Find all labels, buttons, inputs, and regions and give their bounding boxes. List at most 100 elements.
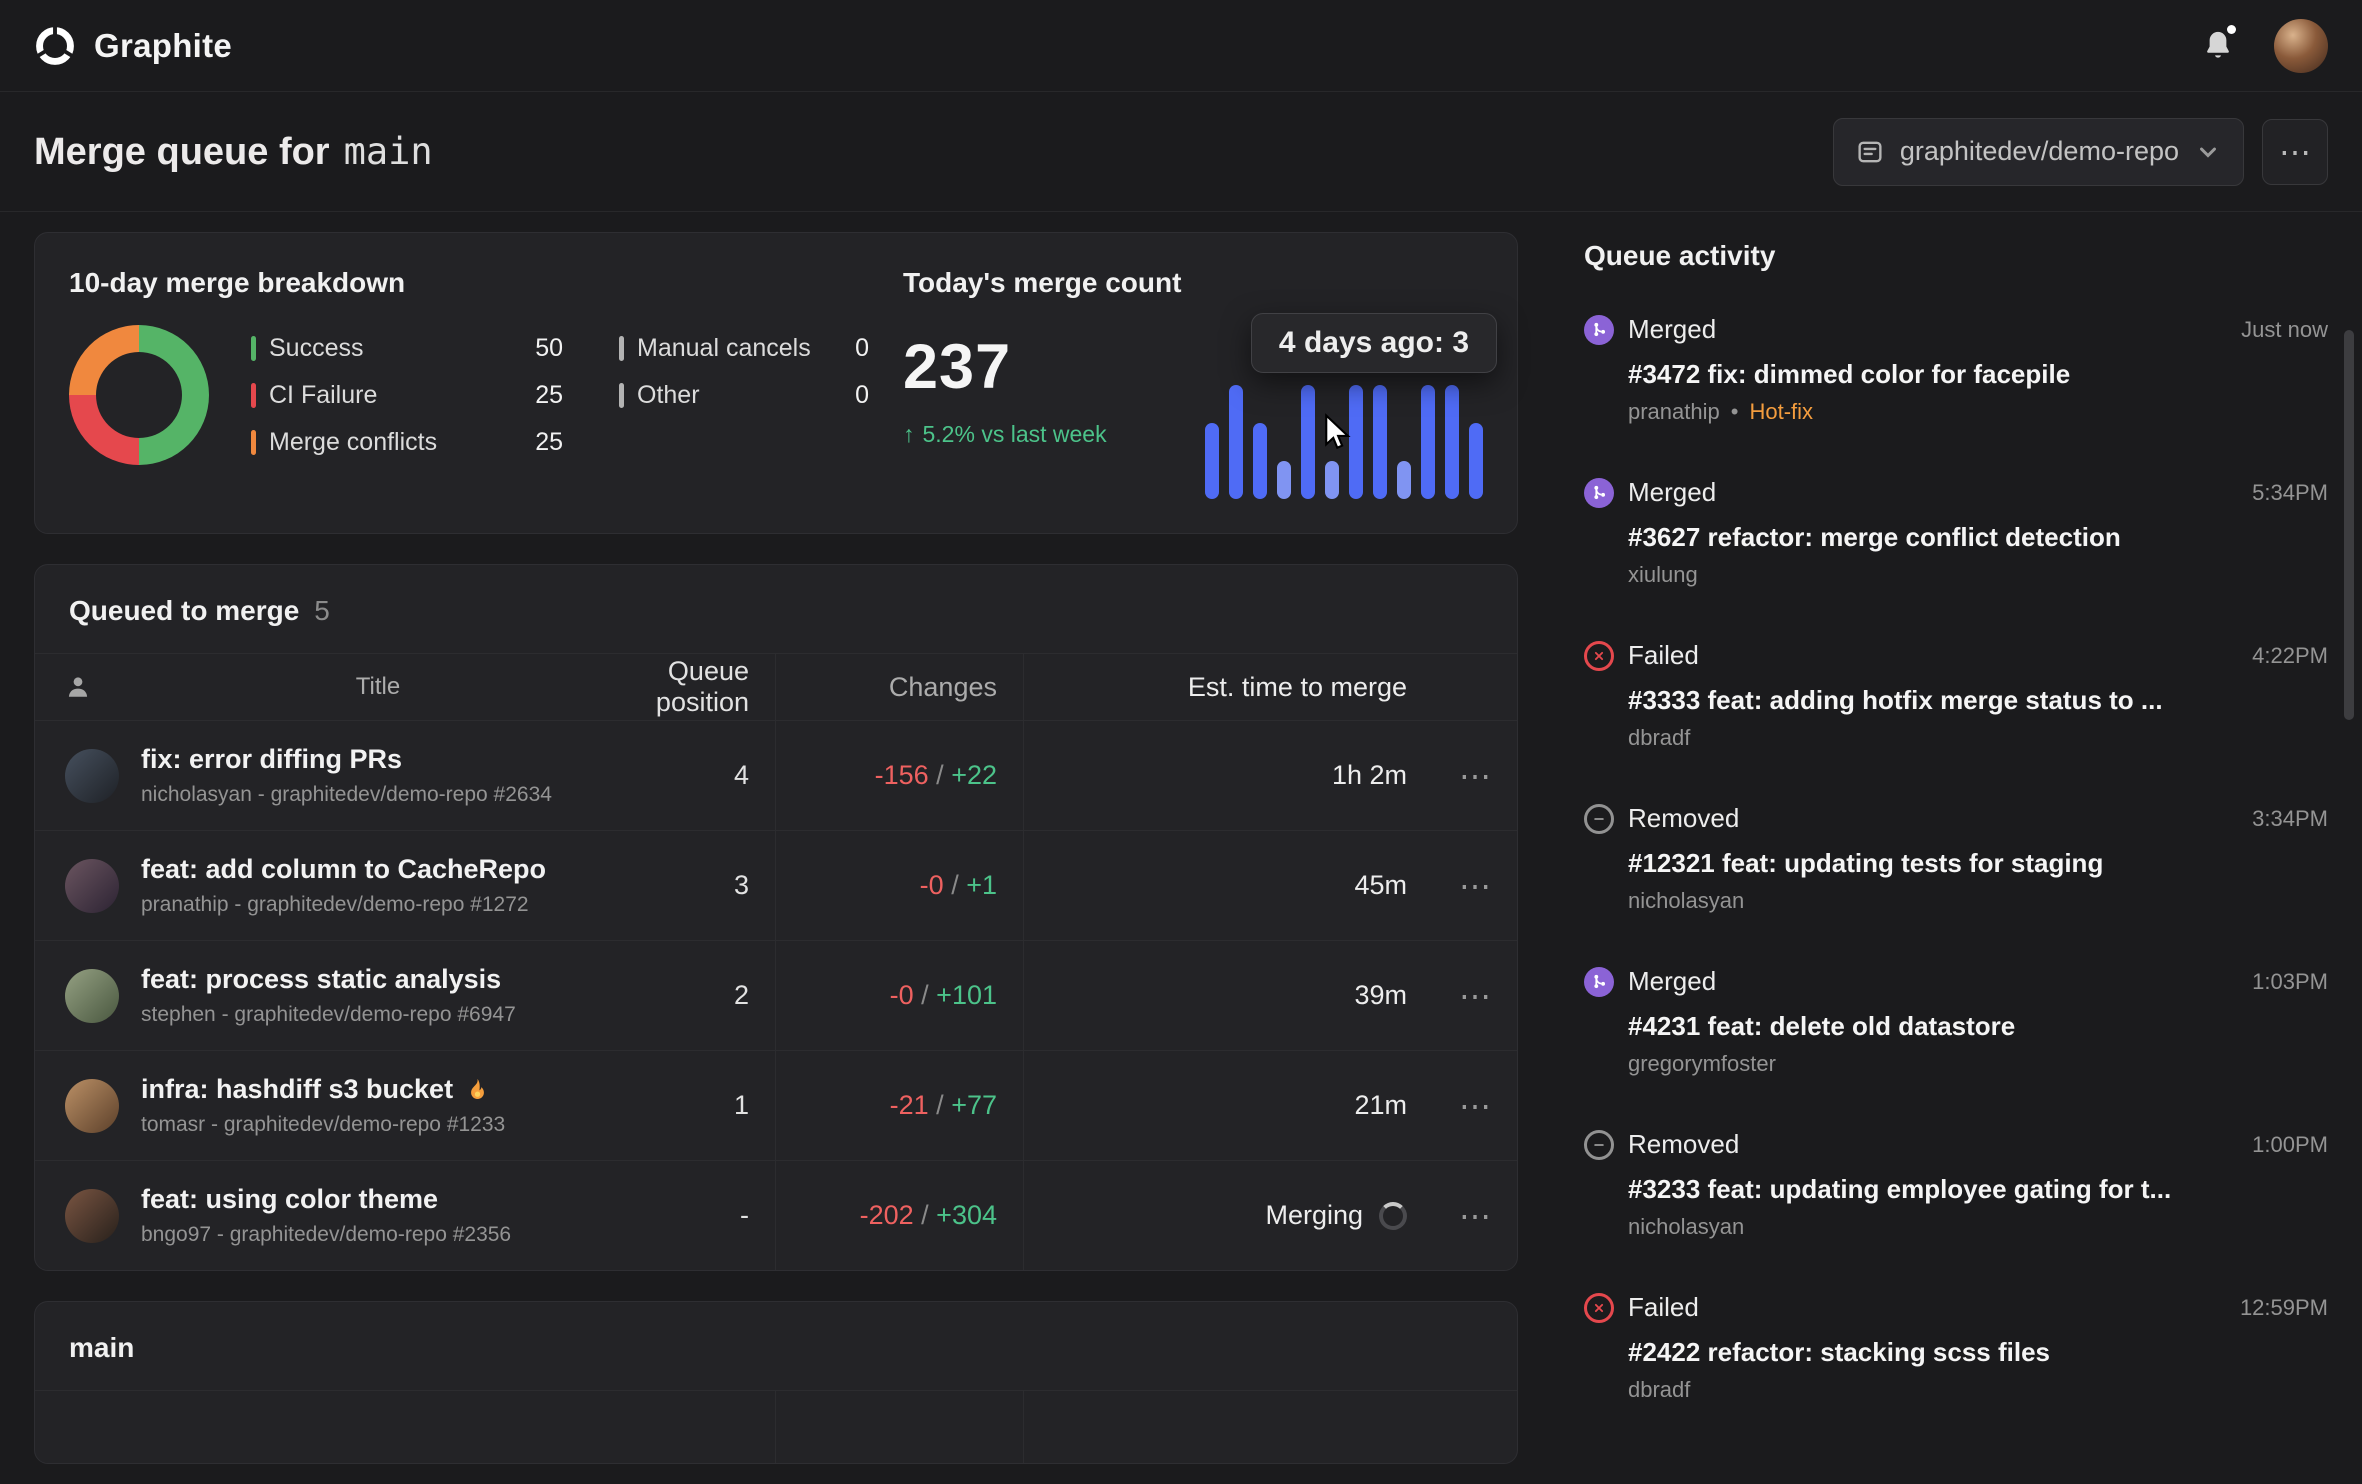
activity-pr-title[interactable]: #3472 fix: dimmed color for facepile [1628, 359, 2328, 390]
queued-title: Queued to merge 5 [69, 595, 330, 626]
pr-author: stephen - graphitedev/demo-repo #6947 [141, 1003, 516, 1026]
activity-time: 1:03PM [2252, 968, 2328, 994]
est-time-value: 39m [1023, 941, 1433, 1050]
est-time-value: 1h 2m [1023, 721, 1433, 830]
notification-dot [2227, 24, 2236, 34]
activity-pr-title[interactable]: #12321 feat: updating tests for staging [1628, 848, 2328, 879]
queued-row[interactable]: fix: error diffing PRs nicholasyan - gra… [35, 720, 1517, 830]
activity-pr-title[interactable]: #3627 refactor: merge conflict detection [1628, 522, 2328, 553]
pr-author: nicholasyan - graphitedev/demo-repo #263… [141, 783, 552, 806]
pr-title[interactable]: feat: using color theme [141, 1184, 438, 1215]
column-title: Title [355, 673, 401, 700]
activity-status: Failed [1628, 640, 1699, 670]
queued-count: 5 [314, 595, 330, 626]
queue-position-value: 4 [733, 760, 749, 790]
queue-position-value: - [740, 1200, 749, 1230]
activity-status: Merged [1628, 314, 1717, 344]
legend-value: 0 [855, 333, 869, 362]
chart-bar[interactable] [1229, 385, 1243, 499]
stats-card: 10-day merge breakdown Success 50 CI Fai… [34, 232, 1518, 534]
pr-title[interactable]: feat: process static analysis [141, 964, 501, 995]
activity-time: 1:00PM [2252, 1131, 2328, 1157]
legend-value: 50 [535, 333, 563, 362]
changes-value: -156 / +22 [775, 721, 1023, 830]
breakdown-title: 10-day merge breakdown [69, 267, 406, 298]
changes-value: -21 / +77 [775, 1051, 1023, 1160]
flame-icon [465, 1077, 490, 1102]
merged-icon [1584, 477, 1614, 508]
user-avatar[interactable] [2274, 18, 2328, 73]
activity-time: 3:34PM [2252, 805, 2328, 831]
row-more-button[interactable]: ⋯ [1459, 1087, 1491, 1125]
pr-title[interactable]: fix: error diffing PRs [141, 744, 402, 775]
activity-pr-title[interactable]: #3233 feat: updating employee gating for… [1628, 1174, 2328, 1205]
activity-pr-title[interactable]: #3333 feat: adding hotfix merge status t… [1628, 685, 2328, 716]
chart-bar[interactable] [1421, 385, 1435, 499]
queued-row[interactable]: infra: hashdiff s3 bucket tomasr - graph… [35, 1050, 1517, 1160]
notifications-bell-icon[interactable] [2202, 24, 2236, 63]
legend-item: CI Failure 25 [251, 381, 563, 410]
main-branch-card: main [34, 1301, 1518, 1464]
activity-time: Just now [2241, 316, 2328, 342]
row-more-button[interactable]: ⋯ [1459, 757, 1491, 795]
changes-separator: / [928, 1090, 952, 1120]
branch-name: main [343, 129, 433, 173]
queued-row[interactable]: feat: using color theme bngo97 - graphit… [35, 1160, 1517, 1270]
legend-item: Merge conflicts 25 [251, 428, 563, 457]
column-est-time: Est. time to merge [1023, 654, 1433, 720]
graphite-logo-icon [34, 25, 76, 67]
chart-bar[interactable] [1349, 385, 1363, 499]
author-avatar [65, 858, 119, 913]
scrollbar[interactable] [2344, 330, 2354, 720]
activity-status: Merged [1628, 966, 1717, 996]
header-more-button[interactable]: ⋯ [2262, 118, 2328, 185]
chart-bar[interactable] [1253, 422, 1267, 499]
chart-bar[interactable] [1301, 385, 1315, 499]
queued-row[interactable]: feat: process static analysis stephen - … [35, 940, 1517, 1050]
pr-title[interactable]: feat: add column to CacheRepo [141, 854, 546, 885]
activity-item[interactable]: Removed 3:34PM #12321 feat: updating tes… [1584, 803, 2328, 914]
chart-bar[interactable] [1373, 385, 1387, 499]
author-avatar [65, 1188, 119, 1243]
pr-title[interactable]: infra: hashdiff s3 bucket [141, 1074, 490, 1105]
legend-value: 25 [535, 380, 563, 409]
activity-item[interactable]: Merged 5:34PM #3627 refactor: merge conf… [1584, 477, 2328, 588]
author-avatar [65, 968, 119, 1023]
legend-item: Success 50 [251, 334, 563, 363]
legend-value: 0 [855, 380, 869, 409]
row-more-button[interactable]: ⋯ [1459, 1197, 1491, 1235]
activity-item[interactable]: Removed 1:00PM #3233 feat: updating empl… [1584, 1129, 2328, 1240]
failed-icon [1584, 640, 1614, 671]
activity-pr-title[interactable]: #2422 refactor: stacking scss files [1628, 1337, 2328, 1368]
activity-pr-title[interactable]: #4231 feat: delete old datastore [1628, 1011, 2328, 1042]
row-more-button[interactable]: ⋯ [1459, 867, 1491, 905]
chart-bar[interactable] [1445, 385, 1459, 499]
queued-row[interactable]: feat: add column to CacheRepo pranathip … [35, 830, 1517, 940]
queued-card: Queued to merge 5 Title Queue position C… [34, 564, 1518, 1271]
activity-item[interactable]: Merged Just now #3472 fix: dimmed color … [1584, 314, 2328, 425]
author-avatar [65, 748, 119, 803]
chart-bar[interactable] [1277, 461, 1291, 499]
chart-bar[interactable] [1205, 422, 1219, 499]
main-branch-table-header [35, 1391, 1517, 1463]
chart-bar[interactable] [1469, 422, 1483, 499]
activity-time: 5:34PM [2252, 479, 2328, 505]
legend-label: Merge conflicts [269, 427, 438, 456]
legend-marker [619, 382, 624, 408]
activity-item[interactable]: Merged 1:03PM #4231 feat: delete old dat… [1584, 966, 2328, 1077]
person-icon [35, 654, 127, 720]
pr-author: bngo97 - graphitedev/demo-repo #2356 [141, 1223, 512, 1246]
legend-label: CI Failure [269, 380, 378, 409]
chart-bar[interactable] [1325, 461, 1339, 499]
legend-label: Other [637, 380, 700, 409]
merge-count-chart[interactable] [1205, 385, 1483, 499]
repo-selector[interactable]: graphitedev/demo-repo [1832, 117, 2244, 186]
removed-icon [1584, 803, 1614, 834]
queue-position-value: 3 [733, 870, 749, 900]
main-branch-title: main [69, 1332, 135, 1363]
activity-item[interactable]: Failed 12:59PM #2422 refactor: stacking … [1584, 1292, 2328, 1403]
delta-text: 5.2% vs last week [922, 421, 1107, 447]
activity-item[interactable]: Failed 4:22PM #3333 feat: adding hotfix … [1584, 640, 2328, 751]
chart-bar[interactable] [1397, 461, 1411, 499]
row-more-button[interactable]: ⋯ [1459, 977, 1491, 1015]
